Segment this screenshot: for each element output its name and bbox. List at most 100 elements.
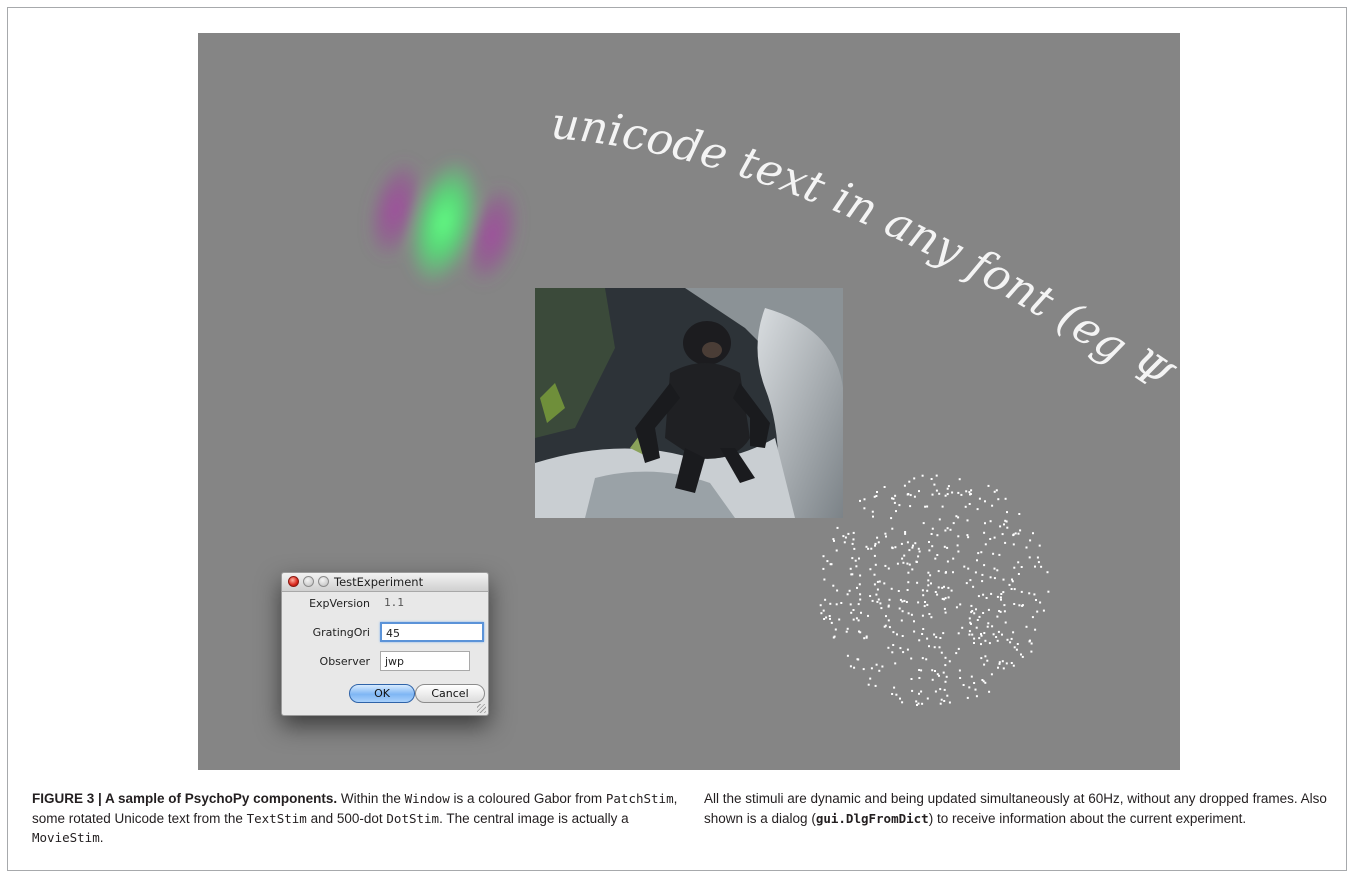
dot — [918, 669, 921, 671]
movie-stimulus — [535, 288, 843, 518]
dot — [931, 493, 934, 496]
caption-text: . The central image is actually a — [439, 810, 629, 826]
dot — [918, 639, 921, 642]
dot — [825, 616, 828, 619]
dot — [928, 549, 931, 552]
dot — [971, 610, 974, 612]
dot — [878, 669, 881, 672]
observer-label: Observer — [319, 655, 370, 668]
minimize-window-button[interactable] — [303, 576, 314, 587]
psychopy-window: unicode text in any font (eg Ψ ℔ Σ) — [198, 33, 1180, 770]
dot — [877, 541, 880, 544]
dialog-titlebar[interactable]: TestExperiment — [282, 573, 488, 592]
dot — [917, 555, 920, 558]
dot — [1006, 511, 1008, 514]
dot — [934, 690, 937, 693]
dot — [918, 692, 920, 695]
dot — [921, 474, 924, 477]
dot — [832, 538, 835, 541]
dot — [946, 527, 949, 530]
observer-input[interactable]: jwp — [380, 651, 470, 671]
dot — [844, 536, 847, 539]
dot — [906, 562, 909, 565]
dot — [996, 569, 999, 572]
dot — [944, 529, 947, 532]
dot — [966, 696, 969, 699]
dot — [918, 490, 920, 493]
dot — [918, 677, 921, 679]
dot — [822, 555, 825, 558]
dot — [857, 603, 860, 606]
dot — [911, 689, 914, 692]
dot — [927, 571, 930, 574]
dot — [894, 546, 897, 549]
dot — [931, 545, 934, 548]
dot — [970, 622, 972, 625]
dot — [851, 557, 854, 560]
dot — [857, 619, 860, 622]
close-window-button[interactable] — [288, 576, 299, 587]
dot — [944, 664, 947, 667]
dot — [900, 619, 903, 622]
dot — [829, 617, 831, 620]
dot — [929, 574, 932, 577]
dot — [901, 557, 904, 560]
dot — [984, 681, 987, 684]
dot — [957, 550, 960, 553]
dot — [1005, 662, 1008, 665]
dot — [874, 542, 877, 545]
dot — [947, 485, 950, 488]
dot — [961, 626, 964, 629]
zoom-window-button[interactable] — [318, 576, 329, 587]
dot — [981, 679, 984, 681]
caption-text: Within the — [337, 791, 405, 806]
dot — [941, 505, 944, 508]
dot — [824, 598, 827, 601]
dot — [944, 494, 947, 497]
dot — [917, 547, 920, 550]
dot — [987, 484, 990, 487]
dot — [988, 690, 991, 693]
dot — [902, 651, 905, 654]
dot — [913, 620, 915, 623]
dot — [869, 595, 872, 597]
dot — [920, 690, 923, 693]
dot — [842, 535, 845, 538]
dot — [1038, 544, 1041, 547]
figure-caption-left: FIGURE 3 | A sample of PsychoPy componen… — [32, 789, 692, 848]
dot — [833, 539, 835, 542]
dot — [981, 580, 984, 583]
gabor-patch — [367, 157, 521, 287]
dot — [820, 612, 823, 615]
dot — [933, 646, 936, 649]
dot — [944, 680, 947, 683]
dot — [1032, 532, 1034, 535]
experiment-dialog[interactable]: TestExperiment ExpVersion 1.1 GratingOri… — [281, 572, 489, 716]
grating-ori-input[interactable]: 45 — [380, 622, 484, 642]
dot — [859, 598, 862, 601]
code-term: DotStim — [386, 810, 440, 826]
dot — [925, 658, 928, 661]
dot — [976, 508, 979, 511]
dot — [938, 646, 941, 649]
cancel-button[interactable]: Cancel — [415, 684, 485, 703]
dot — [962, 684, 965, 686]
dot — [1004, 621, 1007, 624]
dot — [965, 490, 968, 493]
dot — [952, 557, 955, 560]
dot — [885, 535, 887, 538]
dot — [888, 598, 891, 601]
dot — [988, 642, 991, 645]
resize-grip-icon[interactable] — [477, 704, 486, 713]
dot — [887, 567, 890, 570]
dot — [944, 597, 947, 600]
dot — [1001, 660, 1004, 663]
dot — [1000, 598, 1002, 601]
dot — [1019, 529, 1022, 532]
dot — [987, 608, 990, 611]
dot — [930, 616, 933, 619]
dot — [873, 573, 876, 576]
ok-button[interactable]: OK — [349, 684, 415, 703]
dot — [983, 663, 986, 666]
dot — [968, 503, 971, 505]
